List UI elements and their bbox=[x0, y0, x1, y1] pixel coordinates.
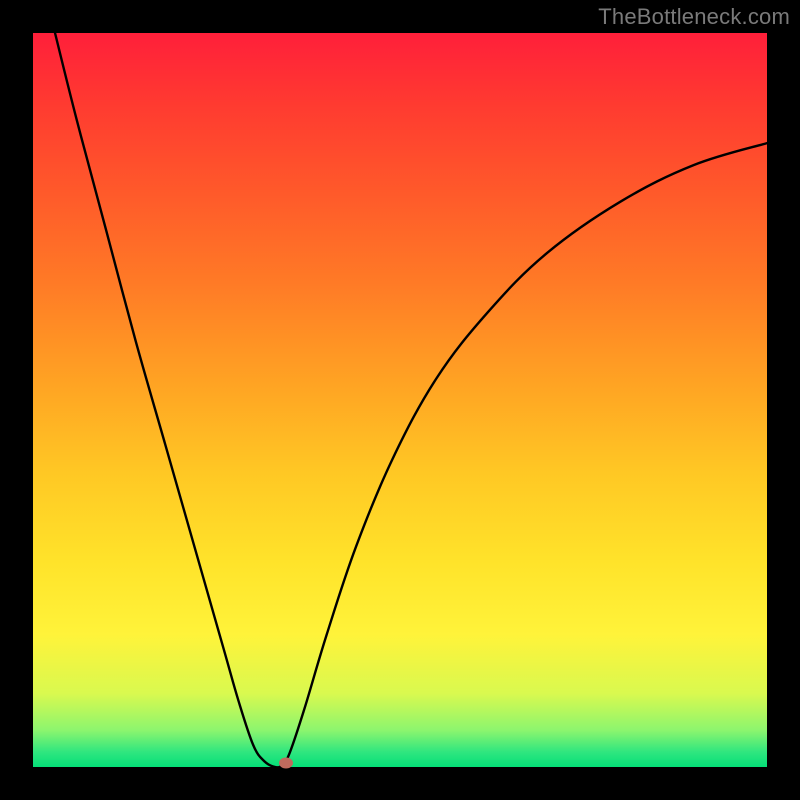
plot-area bbox=[33, 33, 767, 767]
chart-frame: TheBottleneck.com bbox=[0, 0, 800, 800]
bottleneck-curve bbox=[33, 33, 767, 767]
minimum-marker bbox=[279, 758, 293, 769]
attribution-text: TheBottleneck.com bbox=[598, 4, 790, 30]
